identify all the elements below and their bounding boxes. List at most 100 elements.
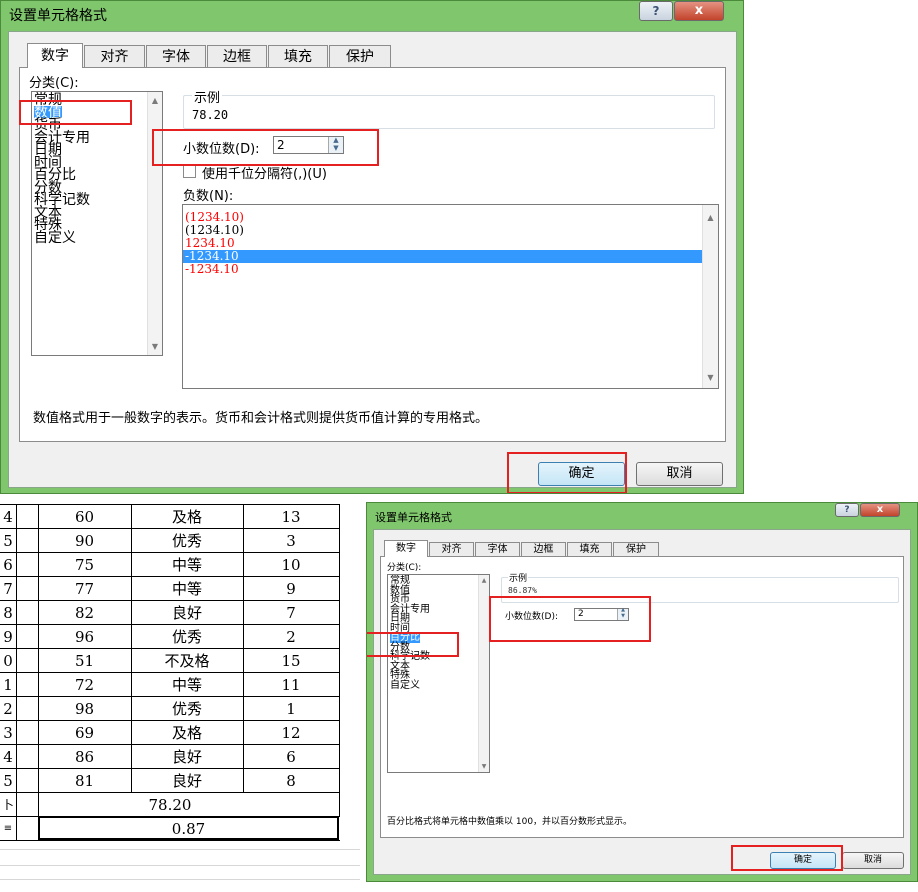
score-cell[interactable]: 82 <box>38 601 131 625</box>
sample-label: 示例 <box>508 571 529 584</box>
grid-line <box>0 840 340 841</box>
negative-scrollbar[interactable]: ▲ ▼ <box>702 205 718 388</box>
score-cell[interactable]: 86 <box>38 745 131 769</box>
format-description: 数值格式用于一般数字的表示。货币和会计格式则提供货币值计算的专用格式。 <box>33 411 489 426</box>
score-cell[interactable]: 98 <box>38 697 131 721</box>
help-button[interactable]: ? <box>835 503 859 517</box>
scroll-down-icon[interactable]: ▼ <box>479 763 489 770</box>
score-cell[interactable]: 77 <box>38 577 131 601</box>
grid-line <box>0 648 340 649</box>
rank-cell[interactable]: 9 <box>243 577 339 601</box>
score-cell[interactable]: 90 <box>38 529 131 553</box>
rank-cell[interactable]: 10 <box>243 553 339 577</box>
scroll-up-icon[interactable]: ▲ <box>703 213 718 222</box>
category-item[interactable]: 百分比 <box>34 168 76 181</box>
score-cell[interactable]: 60 <box>38 505 131 529</box>
grade-cell[interactable]: 中等 <box>131 553 243 577</box>
rank-cell[interactable]: 2 <box>243 625 339 649</box>
format-cells-dialog-percent: 设置单元格格式 ? x 数字 对齐 字体 边框 填充 保护 分类(C): 常规数… <box>366 502 918 882</box>
grid-line <box>0 504 340 505</box>
selected-cell[interactable] <box>38 816 339 840</box>
category-item[interactable]: 特殊 <box>34 218 62 231</box>
format-cells-dialog-number: 设置单元格格式 ? x 数字 对齐 字体 边框 填充 保护 分类(C): 常规数… <box>0 0 744 494</box>
negative-format-item[interactable]: -1234.10 <box>185 263 239 276</box>
category-list[interactable]: 常规 数值 货币 会计专用 日期 时间 百分比 分数 科学记数 文本 特殊 自定义 ▲ ▼ <box>387 574 490 773</box>
cancel-button[interactable]: 取消 <box>636 462 723 486</box>
tab-alignment[interactable]: 对齐 <box>429 542 474 557</box>
scroll-down-icon[interactable]: ▼ <box>703 373 718 382</box>
rank-cell[interactable]: 1 <box>243 697 339 721</box>
category-item[interactable]: 日期 <box>34 143 62 156</box>
tab-border[interactable]: 边框 <box>521 542 566 557</box>
dialog-title: 设置单元格格式 <box>9 8 107 24</box>
tab-border[interactable]: 边框 <box>207 45 267 68</box>
table-row: 3 69 及格 12 <box>0 721 340 745</box>
cancel-button[interactable]: 取消 <box>842 852 904 869</box>
grade-cell[interactable]: 良好 <box>131 601 243 625</box>
grade-cell[interactable]: 优秀 <box>131 529 243 553</box>
score-cell[interactable]: 96 <box>38 625 131 649</box>
score-cell[interactable]: 75 <box>38 553 131 577</box>
tab-font[interactable]: 字体 <box>146 45 206 68</box>
scroll-up-icon[interactable]: ▲ <box>148 96 162 105</box>
rank-cell[interactable]: 12 <box>243 721 339 745</box>
rank-cell[interactable]: 11 <box>243 673 339 697</box>
grade-cell[interactable]: 不及格 <box>131 649 243 673</box>
tab-number[interactable]: 数字 <box>27 43 83 68</box>
table-row: 6 75 中等 10 <box>0 553 340 577</box>
tab-protection[interactable]: 保护 <box>329 45 391 68</box>
tab-protection[interactable]: 保护 <box>613 542 659 557</box>
grade-cell[interactable]: 优秀 <box>131 697 243 721</box>
help-button[interactable]: ? <box>639 1 673 21</box>
score-cell[interactable]: 51 <box>38 649 131 673</box>
grade-cell[interactable]: 中等 <box>131 673 243 697</box>
table-row: 2 98 优秀 1 <box>0 697 340 721</box>
grid-line <box>0 600 340 601</box>
grade-cell[interactable]: 良好 <box>131 745 243 769</box>
scroll-down-icon[interactable]: ▼ <box>148 342 162 351</box>
category-item[interactable]: 自定义 <box>34 231 76 244</box>
empty-grid-line <box>0 865 360 866</box>
negative-numbers-list[interactable]: (1234.10) (1234.10) 1234.10 -1234.10 -1234.1… <box>182 204 719 389</box>
highlight-decimal-places <box>152 129 379 166</box>
rank-cell[interactable]: 8 <box>243 769 339 793</box>
score-cell[interactable]: 69 <box>38 721 131 745</box>
thousands-separator-checkbox[interactable] <box>183 165 196 178</box>
grade-cell[interactable]: 优秀 <box>131 625 243 649</box>
tab-fill[interactable]: 填充 <box>268 45 328 68</box>
row-id-cell: 3 <box>3 724 13 742</box>
category-item[interactable]: 科学记数 <box>34 193 90 206</box>
score-cell[interactable]: 81 <box>38 769 131 793</box>
scroll-up-icon[interactable]: ▲ <box>479 577 489 584</box>
tab-font[interactable]: 字体 <box>475 542 520 557</box>
rank-cell[interactable]: 6 <box>243 745 339 769</box>
highlight-category <box>367 632 459 657</box>
tab-number[interactable]: 数字 <box>384 540 428 557</box>
highlight-ok-button <box>731 845 843 871</box>
rank-cell[interactable]: 15 <box>243 649 339 673</box>
rank-cell[interactable]: 13 <box>243 505 339 529</box>
row-id-cell: 8 <box>3 604 13 622</box>
tab-fill[interactable]: 填充 <box>567 542 612 557</box>
negative-format-item[interactable]: -1234.10 <box>183 250 702 263</box>
average-value[interactable]: 78.20 <box>38 793 302 817</box>
grid-line <box>0 696 340 697</box>
category-list[interactable]: 常规 数值 货币 会计专用 日期 时间 百分比 分数 科学记数 文本 特殊 自定义 ▲ ▼ <box>31 91 163 356</box>
close-button[interactable]: x <box>674 1 724 21</box>
grid-line <box>38 505 39 841</box>
highlight-category <box>19 100 132 125</box>
rank-cell[interactable]: 7 <box>243 601 339 625</box>
grade-cell[interactable]: 及格 <box>131 505 243 529</box>
category-item[interactable]: 自定义 <box>390 680 420 691</box>
close-button[interactable]: x <box>860 503 900 517</box>
grade-cell[interactable]: 及格 <box>131 721 243 745</box>
category-scrollbar[interactable]: ▲ ▼ <box>478 575 489 772</box>
score-cell[interactable]: 72 <box>38 673 131 697</box>
sample-group: 示例 78.20 <box>183 87 715 129</box>
grade-cell[interactable]: 中等 <box>131 577 243 601</box>
row-id-cell: 5 <box>3 772 13 790</box>
row-id-cell: 1 <box>3 676 13 694</box>
rank-cell[interactable]: 3 <box>243 529 339 553</box>
tab-alignment[interactable]: 对齐 <box>84 45 145 68</box>
grade-cell[interactable]: 良好 <box>131 769 243 793</box>
